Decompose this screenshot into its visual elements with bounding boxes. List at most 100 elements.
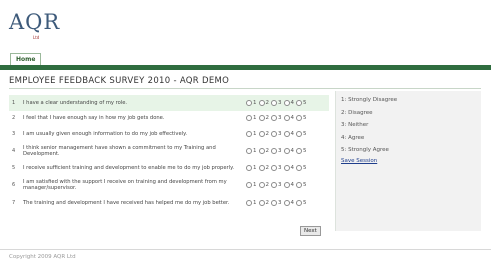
rating-radio[interactable] <box>283 131 290 137</box>
rating-option-label: 4 <box>290 182 295 188</box>
rating-option: 1 <box>246 182 257 188</box>
rating-option-label: 3 <box>278 100 282 106</box>
rating-radio[interactable] <box>296 100 302 106</box>
question-row: 4 I think senior management have shown a … <box>9 143 329 159</box>
rating-option-label: 3 <box>278 200 282 206</box>
rating-option-label: 3 <box>278 182 282 188</box>
question-text: I receive sufficient training and develo… <box>23 164 235 171</box>
legend-item-agree: 4: Agree <box>341 134 365 141</box>
rating-option: 5 <box>296 131 307 137</box>
rating-option: 5 <box>296 200 307 206</box>
rating-option: 5 <box>296 148 307 154</box>
footer-copyright: Copyright 2009 AQR Ltd <box>9 254 76 260</box>
rating-option: 2 <box>258 182 269 188</box>
rating-radio[interactable] <box>258 165 265 171</box>
rating-option-label: 1 <box>253 182 257 188</box>
rating-option: 1 <box>246 200 257 206</box>
rating-radio[interactable] <box>246 200 252 206</box>
rating-radio[interactable] <box>246 131 252 137</box>
rating-legend-panel: 1: Strongly Disagree 2: Disagree 3: Neit… <box>335 91 481 231</box>
rating-option-label: 3 <box>278 148 282 154</box>
rating-radio[interactable] <box>271 115 277 121</box>
question-number: 6 <box>12 182 16 188</box>
rating-radio[interactable] <box>258 182 265 188</box>
rating-option-label: 1 <box>253 200 257 206</box>
rating-option: 1 <box>246 100 257 106</box>
rating-option-label: 2 <box>265 148 270 154</box>
rating-option: 3 <box>271 115 282 121</box>
rating-option: 2 <box>258 100 269 106</box>
rating-option: 4 <box>283 100 294 106</box>
rating-radio[interactable] <box>246 100 252 106</box>
rating-radio[interactable] <box>283 200 290 206</box>
rating-radio[interactable] <box>271 182 277 188</box>
rating-radio[interactable] <box>296 115 302 121</box>
rating-radio[interactable] <box>271 100 277 106</box>
rating-options: 1 2 3 4 5 <box>246 115 307 121</box>
rating-option: 4 <box>283 182 295 188</box>
question-text: I am usually given enough information to… <box>23 130 188 137</box>
rating-option-label: 2 <box>265 165 270 171</box>
rating-radio[interactable] <box>283 182 290 188</box>
rating-option: 3 <box>271 100 282 106</box>
rating-radio[interactable] <box>271 165 277 171</box>
legend-item-strongly-disagree: 1: Strongly Disagree <box>341 97 398 103</box>
rating-option-label: 5 <box>303 165 307 171</box>
rating-option: 4 <box>283 165 294 171</box>
rating-option: 2 <box>258 200 269 206</box>
rating-radio[interactable] <box>258 131 265 137</box>
rating-option: 3 <box>271 131 282 137</box>
rating-option-label: 5 <box>303 131 307 137</box>
rating-radio[interactable] <box>271 200 277 206</box>
question-number: 5 <box>12 165 16 171</box>
question-number: 7 <box>12 200 16 206</box>
rating-option-label: 5 <box>303 115 307 121</box>
rating-option: 3 <box>271 148 282 154</box>
rating-radio[interactable] <box>246 148 252 154</box>
rating-option-label: 4 <box>290 148 295 154</box>
rating-radio[interactable] <box>258 115 265 121</box>
rating-option-label: 4 <box>290 115 295 121</box>
question-row: 3 I am usually given enough information t… <box>9 126 329 142</box>
next-button[interactable]: Next <box>300 226 321 236</box>
rating-option-label: 2 <box>265 131 270 137</box>
rating-option: 2 <box>258 131 270 137</box>
rating-radio[interactable] <box>283 165 290 171</box>
rating-option-label: 1 <box>253 148 257 154</box>
question-row: 2 I feel that I have enough say in how my… <box>9 110 329 126</box>
rating-radio[interactable] <box>258 148 265 154</box>
question-text: I think senior management have shown a c… <box>23 144 216 157</box>
rating-radio[interactable] <box>296 131 302 137</box>
rating-option-label: 4 <box>290 131 295 137</box>
survey-title: EMPLOYEE FEEDBACK SURVEY 2010 - AQR DEMO <box>9 76 230 86</box>
rating-radio[interactable] <box>296 148 302 154</box>
rating-option: 1 <box>246 115 257 121</box>
rating-radio[interactable] <box>246 182 252 188</box>
rating-option: 1 <box>246 165 257 171</box>
rating-radio[interactable] <box>283 148 290 154</box>
legend-item-disagree: 2: Disagree <box>341 109 373 116</box>
rating-option: 3 <box>271 182 282 188</box>
rating-radio[interactable] <box>271 148 277 154</box>
rating-option-label: 5 <box>303 148 307 154</box>
rating-radio[interactable] <box>283 115 290 121</box>
rating-radio[interactable] <box>271 131 277 137</box>
rating-option: 5 <box>296 182 307 188</box>
rating-radio[interactable] <box>296 182 302 188</box>
rating-option: 4 <box>283 131 295 137</box>
rating-option: 4 <box>283 200 295 206</box>
rating-option: 1 <box>246 131 257 137</box>
rating-radio[interactable] <box>246 165 252 171</box>
rating-option-label: 4 <box>290 200 295 206</box>
rating-radio[interactable] <box>283 100 290 106</box>
rating-option-label: 3 <box>278 131 282 137</box>
save-session-link[interactable]: Save Session <box>341 158 476 164</box>
rating-option: 5 <box>296 115 307 121</box>
rating-radio[interactable] <box>258 100 265 106</box>
rating-option: 3 <box>271 165 282 171</box>
rating-radio[interactable] <box>296 200 302 206</box>
rating-radio[interactable] <box>258 200 265 206</box>
rating-option-label: 3 <box>278 115 282 121</box>
rating-radio[interactable] <box>296 165 302 171</box>
rating-radio[interactable] <box>246 115 252 121</box>
